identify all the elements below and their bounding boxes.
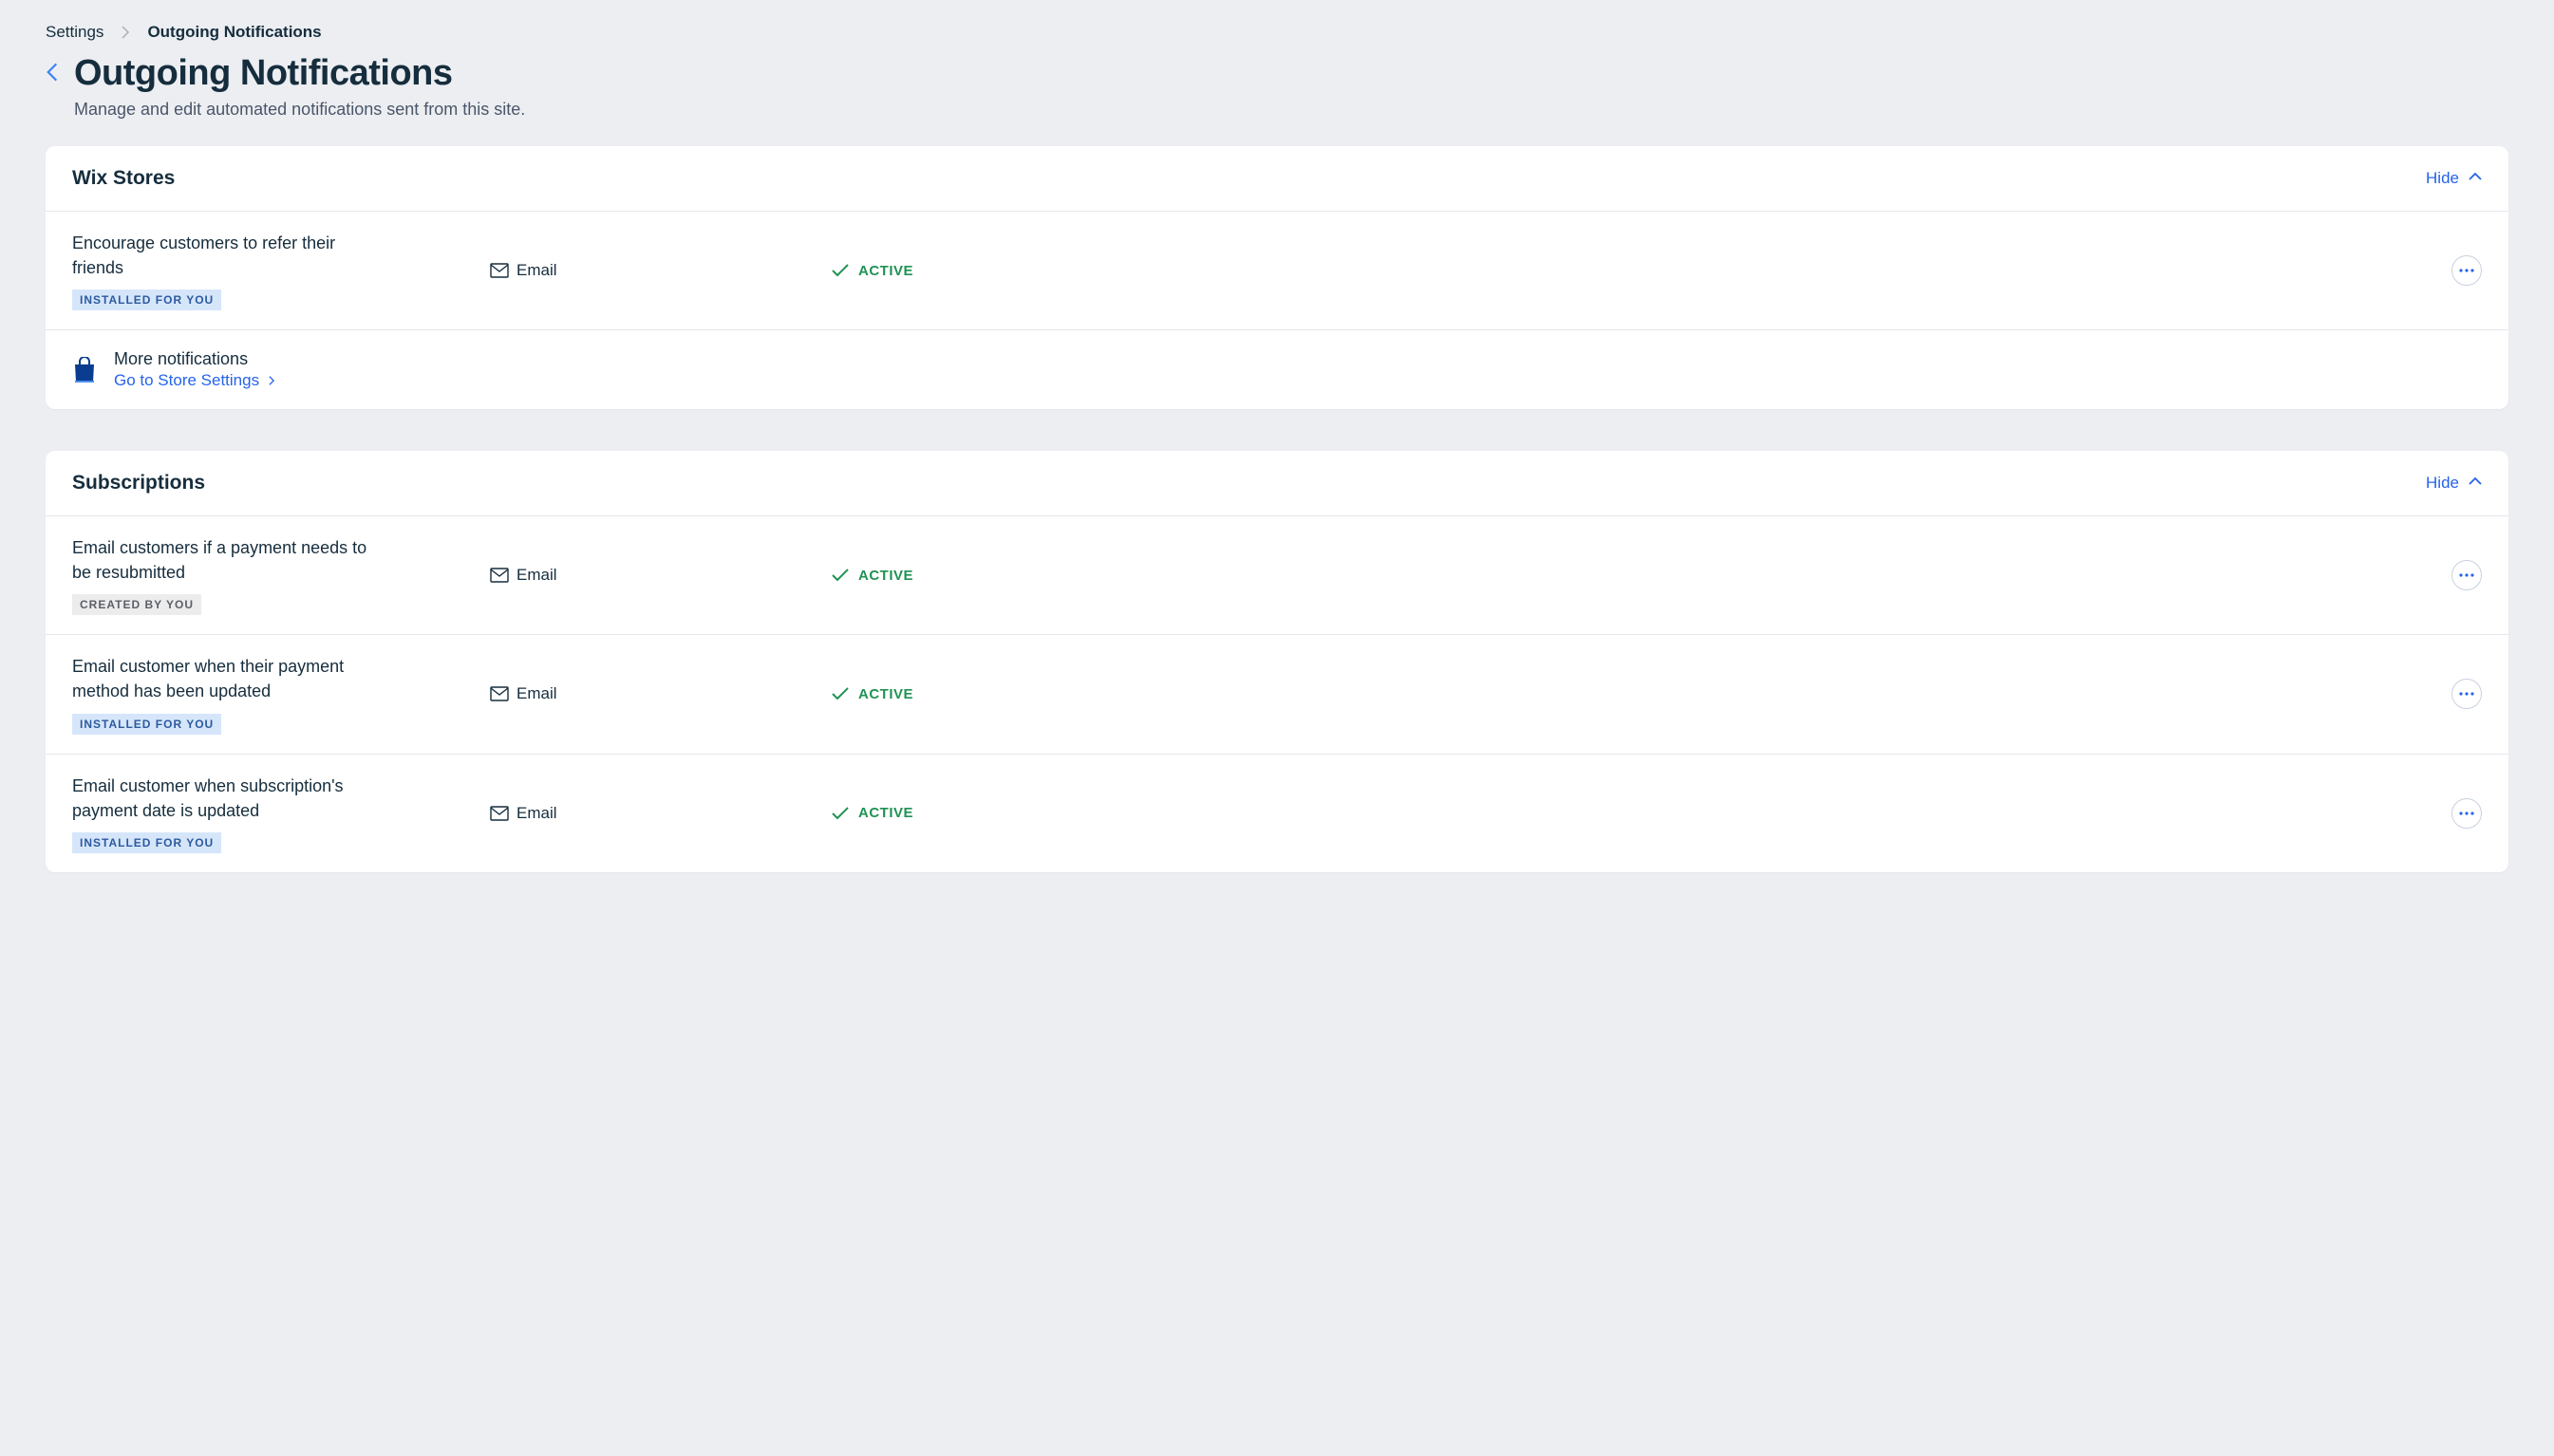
status-cell: ACTIVE [832,685,2425,702]
chevron-right-icon [267,371,276,390]
section-title: Wix Stores [72,167,175,190]
more-actions-button[interactable] [2451,679,2482,709]
status-label: ACTIVE [858,263,913,279]
breadcrumb-root[interactable]: Settings [46,23,103,42]
email-icon [490,263,509,278]
notification-row[interactable]: Email customer when their payment method… [46,635,2508,754]
notification-row[interactable]: Encourage customers to refer their frien… [46,212,2508,330]
hide-toggle[interactable]: Hide [2426,169,2482,188]
more-notifications-title: More notifications [114,349,276,369]
channel-label: Email [516,261,557,280]
channel-cell: Email [490,261,832,280]
check-icon [832,262,849,279]
status-label: ACTIVE [858,568,913,584]
status-label: ACTIVE [858,686,913,702]
notification-title: Encourage customers to refer their frien… [72,231,376,280]
badge-created: CREATED BY YOU [72,594,201,615]
hide-label: Hide [2426,474,2459,493]
badge-installed: INSTALLED FOR YOU [72,832,221,853]
back-button[interactable] [46,63,59,87]
section-title: Subscriptions [72,472,205,495]
chevron-up-icon [2469,169,2482,188]
status-cell: ACTIVE [832,805,2425,822]
page-subtitle: Manage and edit automated notifications … [74,100,525,120]
shopping-bag-icon [72,357,97,383]
more-actions-button[interactable] [2451,560,2482,590]
notification-row[interactable]: Email customers if a payment needs to be… [46,516,2508,635]
badge-installed: INSTALLED FOR YOU [72,714,221,735]
status-label: ACTIVE [858,805,913,821]
channel-label: Email [516,804,557,823]
channel-cell: Email [490,566,832,585]
check-icon [832,805,849,822]
chevron-right-icon [121,26,130,39]
go-to-store-settings-link[interactable]: Go to Store Settings [114,371,276,390]
notification-title: Email customers if a payment needs to be… [72,535,376,585]
hide-toggle[interactable]: Hide [2426,474,2482,493]
page-header: Outgoing Notifications Manage and edit a… [46,53,2508,120]
channel-cell: Email [490,804,832,823]
section-header: Wix Stores Hide [46,146,2508,212]
notification-title: Email customer when their payment method… [72,654,376,703]
channel-cell: Email [490,684,832,703]
more-notifications-row: More notifications Go to Store Settings [46,330,2508,409]
more-actions-button[interactable] [2451,798,2482,829]
status-cell: ACTIVE [832,262,2425,279]
breadcrumb: Settings Outgoing Notifications [46,23,2508,42]
check-icon [832,567,849,584]
breadcrumb-current: Outgoing Notifications [147,23,321,42]
more-actions-button[interactable] [2451,255,2482,286]
email-icon [490,686,509,701]
channel-label: Email [516,684,557,703]
email-icon [490,568,509,583]
channel-label: Email [516,566,557,585]
email-icon [490,806,509,821]
status-cell: ACTIVE [832,567,2425,584]
section-wix-stores: Wix Stores Hide Encourage customers to r… [46,146,2508,409]
chevron-up-icon [2469,474,2482,493]
page-title: Outgoing Notifications [74,53,525,94]
section-subscriptions: Subscriptions Hide Email customers if a … [46,451,2508,872]
check-icon [832,685,849,702]
notification-title: Email customer when subscription's payme… [72,774,376,823]
badge-installed: INSTALLED FOR YOU [72,289,221,310]
hide-label: Hide [2426,169,2459,188]
section-header: Subscriptions Hide [46,451,2508,516]
link-label: Go to Store Settings [114,371,259,390]
notification-row[interactable]: Email customer when subscription's payme… [46,755,2508,872]
